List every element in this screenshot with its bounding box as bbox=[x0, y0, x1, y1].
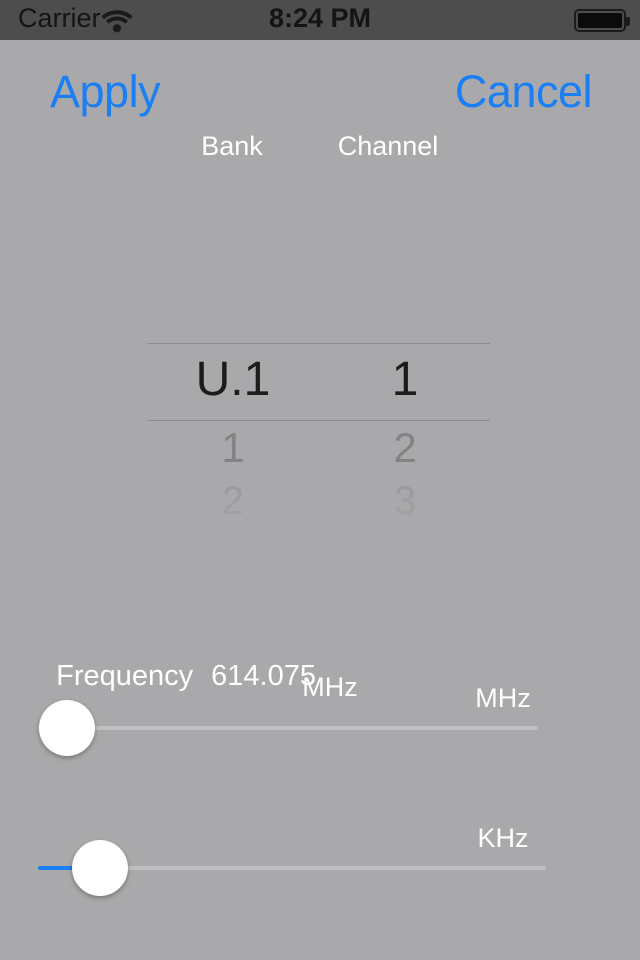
picker-selection-line-top bbox=[147, 343, 490, 344]
battery-fill bbox=[578, 13, 622, 28]
status-bar: Carrier 8:24 PM bbox=[0, 0, 640, 40]
apply-button[interactable]: Apply bbox=[50, 64, 161, 120]
mhz-slider-thumb[interactable] bbox=[39, 700, 95, 756]
picker-column-bank[interactable]: U.1 1 2 3 4 bbox=[147, 300, 319, 560]
mhz-slider-track[interactable] bbox=[38, 726, 538, 730]
frequency-label: Frequency bbox=[56, 660, 194, 692]
channel-column-header: Channel bbox=[337, 131, 439, 161]
clock-label: 8:24 PM bbox=[268, 3, 372, 33]
khz-slider[interactable] bbox=[38, 838, 546, 898]
battery-icon bbox=[574, 9, 630, 32]
picker-selected-bank[interactable]: U.1 bbox=[147, 352, 319, 408]
mhz-slider[interactable] bbox=[38, 698, 538, 758]
khz-slider-thumb[interactable] bbox=[72, 840, 128, 896]
picker-row[interactable]: 5 bbox=[319, 547, 490, 560]
picker-selection-line-bottom bbox=[147, 420, 490, 421]
picker-selected-channel[interactable]: 1 bbox=[319, 352, 490, 408]
picker-row[interactable]: 1 bbox=[147, 420, 319, 476]
bank-channel-picker[interactable]: U.1 1 2 3 4 1 2 3 4 5 bbox=[147, 300, 490, 560]
cancel-button[interactable]: Cancel bbox=[455, 64, 593, 120]
bank-column-header: Bank bbox=[201, 131, 263, 161]
picker-row[interactable]: 2 bbox=[319, 420, 490, 476]
picker-row[interactable]: 4 bbox=[147, 547, 319, 560]
picker-column-channel[interactable]: 1 2 3 4 5 bbox=[319, 300, 490, 560]
